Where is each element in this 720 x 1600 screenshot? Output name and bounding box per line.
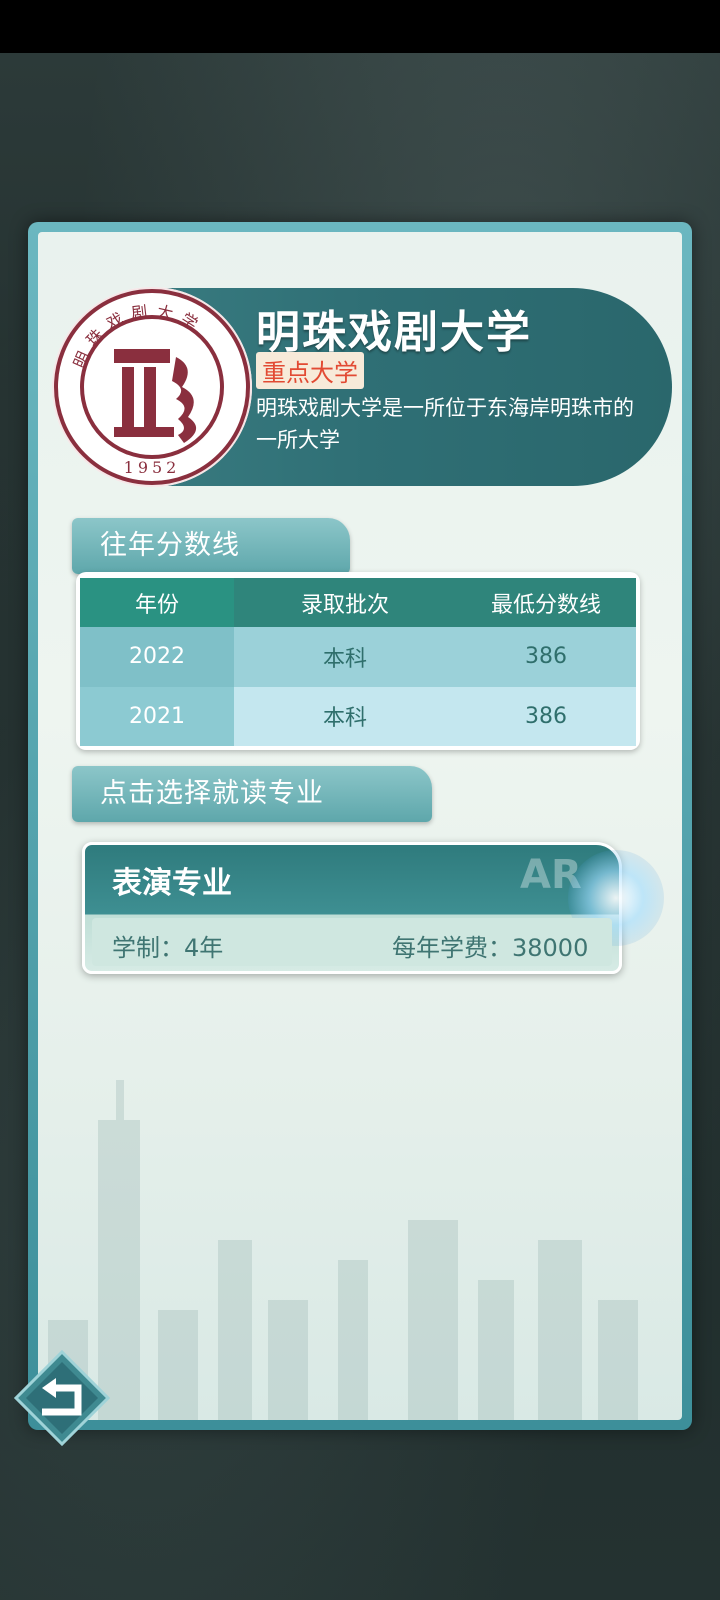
back-arrow-icon <box>13 1349 111 1447</box>
major-duration: 学制：4年 <box>112 934 224 962</box>
major-name: 表演专业 <box>112 866 232 901</box>
choose-major-label: 点击选择就读专业 <box>72 766 432 822</box>
school-tag-badge: 重点大学 <box>256 352 364 389</box>
row-year: 2021 <box>80 686 234 746</box>
school-name: 明珠戏剧大学 <box>256 307 532 358</box>
table-row: 2022 本科 386 <box>80 627 636 687</box>
score-table-header: 年份 录取批次 最低分数线 <box>80 578 636 628</box>
emblem-year: 1952 <box>124 458 181 477</box>
row-batch: 本科 <box>234 627 456 687</box>
major-tuition: 每年学费：38000 <box>392 934 589 962</box>
row-min-score: 386 <box>456 627 636 687</box>
choose-major-label-text: 点击选择就读专业 <box>100 778 324 809</box>
row-batch: 本科 <box>234 686 456 746</box>
score-history-label-text: 往年分数线 <box>100 530 240 561</box>
school-emblem: 明珠戏剧大学 1952 <box>52 287 252 487</box>
table-row: 2021 本科 386 <box>80 686 636 746</box>
school-description: 明珠戏剧大学是一所位于东海岸明珠市的一所大学 <box>256 396 634 452</box>
score-history-label: 往年分数线 <box>72 518 350 574</box>
back-button[interactable] <box>12 1348 112 1448</box>
header-min-score: 最低分数线 <box>456 578 636 628</box>
city-skyline-illustration <box>48 1080 638 1420</box>
row-year: 2022 <box>80 627 234 687</box>
header-batch: 录取批次 <box>234 578 456 628</box>
status-bar <box>0 0 720 53</box>
score-table: 年份 录取批次 最低分数线 2022 本科 386 2021 本科 386 <box>80 578 636 746</box>
header-year: 年份 <box>80 578 234 628</box>
row-min-score: 386 <box>456 686 636 746</box>
